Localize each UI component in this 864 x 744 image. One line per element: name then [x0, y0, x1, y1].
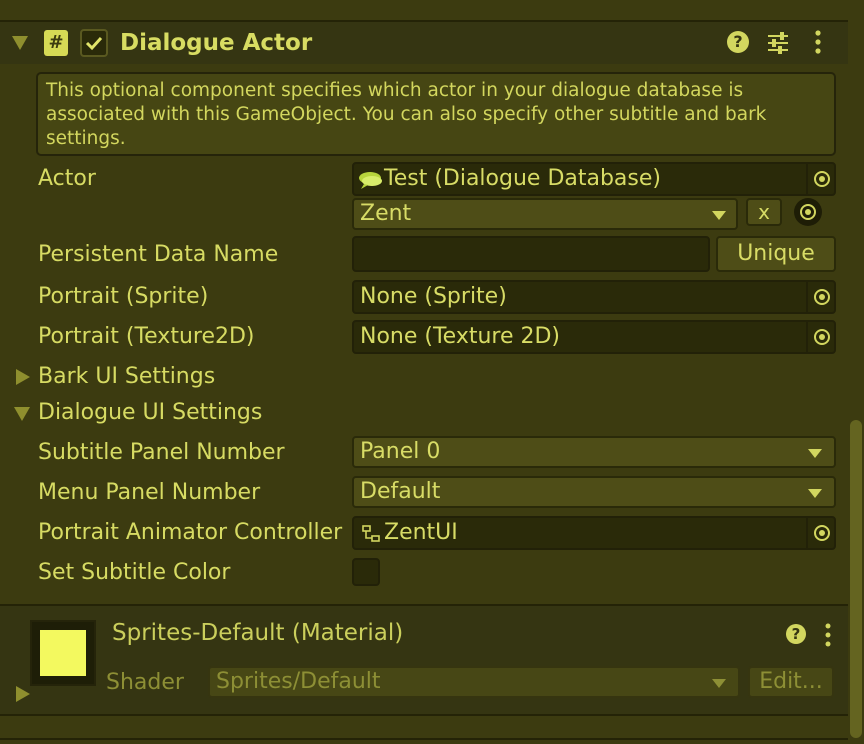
chevron-down-icon: [808, 449, 822, 458]
actor-target-button[interactable]: [794, 198, 822, 226]
object-picker-button[interactable]: [806, 518, 834, 548]
checkmark-icon: [85, 36, 103, 51]
dialogue-foldout-arrow-icon[interactable]: [14, 407, 30, 421]
sliders-icon[interactable]: [766, 30, 790, 54]
chevron-down-icon: [712, 679, 726, 688]
target-icon: [814, 525, 830, 541]
actor-name-dropdown[interactable]: Zent: [352, 198, 738, 230]
menu-panel-label: Menu Panel Number: [38, 480, 261, 505]
unique-button[interactable]: Unique: [716, 236, 836, 272]
bottom-divider: [0, 714, 848, 716]
object-picker-button[interactable]: [806, 282, 834, 312]
bottom-divider-2: [0, 738, 848, 740]
actor-label: Actor: [38, 166, 96, 191]
actor-database-field[interactable]: Test (Dialogue Database): [352, 162, 836, 196]
material-help-icon[interactable]: ?: [786, 624, 806, 644]
target-icon: [814, 329, 830, 345]
portrait-texture-label: Portrait (Texture2D): [38, 324, 255, 349]
persistent-data-label: Persistent Data Name: [38, 242, 279, 267]
menu-panel-dropdown[interactable]: Default: [352, 476, 836, 508]
kebab-menu-icon[interactable]: [813, 29, 823, 55]
bark-ui-settings-foldout[interactable]: Bark UI Settings: [38, 362, 215, 392]
target-icon: [814, 171, 830, 187]
scrollbar-thumb[interactable]: [850, 420, 862, 738]
subtitle-panel-label: Subtitle Panel Number: [38, 440, 285, 465]
help-text: This optional component specifies which …: [46, 80, 767, 149]
subtitle-panel-value: Panel 0: [360, 439, 441, 464]
subtitle-color-label: Set Subtitle Color: [38, 560, 231, 585]
target-icon: [814, 289, 830, 305]
vertical-scrollbar-track[interactable]: [848, 0, 864, 744]
portrait-sprite-value: None (Sprite): [360, 284, 507, 309]
object-picker-button[interactable]: [806, 164, 834, 194]
animator-controller-field[interactable]: ZentUI: [352, 516, 836, 550]
question-circle-icon[interactable]: ?: [727, 31, 749, 53]
material-header: Sprites-Default (Material) ? Shader Spri…: [0, 606, 848, 714]
material-foldout-arrow-icon[interactable]: [16, 686, 30, 702]
actor-name-value: Zent: [360, 201, 412, 226]
chevron-down-icon: [808, 489, 822, 498]
unique-label: Unique: [737, 241, 815, 266]
dialogue-ui-settings-foldout[interactable]: Dialogue UI Settings: [38, 398, 262, 428]
subtitle-panel-dropdown[interactable]: Panel 0: [352, 436, 836, 468]
shader-dropdown[interactable]: Sprites/Default: [208, 666, 740, 698]
actor-database-value: Test (Dialogue Database): [384, 166, 661, 191]
object-picker-button[interactable]: [806, 322, 834, 352]
dialogue-database-icon: [359, 172, 382, 189]
persistent-data-input[interactable]: [352, 236, 710, 272]
chevron-down-icon: [712, 211, 726, 220]
portrait-sprite-field[interactable]: None (Sprite): [352, 280, 836, 314]
bark-foldout-arrow-icon[interactable]: [16, 369, 30, 385]
menu-panel-value: Default: [360, 479, 441, 504]
subtitle-color-checkbox[interactable]: [352, 558, 380, 586]
shader-edit-label: Edit...: [759, 669, 823, 694]
material-swatch: [40, 630, 86, 676]
help-box: This optional component specifies which …: [36, 72, 836, 156]
actor-clear-button[interactable]: x: [746, 198, 782, 226]
shader-label: Shader: [106, 670, 184, 695]
component-enabled-checkbox[interactable]: [80, 29, 108, 57]
animator-controller-value: ZentUI: [384, 520, 458, 545]
component-title: Dialogue Actor: [120, 30, 313, 56]
portrait-sprite-label: Portrait (Sprite): [38, 284, 209, 309]
material-preview[interactable]: [30, 620, 96, 686]
animator-controller-icon: [362, 525, 380, 542]
material-kebab-menu-icon[interactable]: [823, 623, 833, 647]
portrait-texture-field[interactable]: None (Texture 2D): [352, 320, 836, 354]
hash-script-icon: #: [44, 30, 68, 56]
animator-controller-label: Portrait Animator Controller: [38, 520, 343, 545]
component-header[interactable]: # Dialogue Actor ?: [0, 22, 848, 64]
portrait-texture-value: None (Texture 2D): [360, 324, 561, 349]
material-title: Sprites-Default (Material): [112, 620, 404, 646]
target-icon: [800, 204, 816, 220]
actor-clear-label: x: [758, 200, 770, 224]
shader-value: Sprites/Default: [216, 669, 381, 694]
foldout-arrow-icon[interactable]: [12, 36, 28, 50]
shader-edit-button[interactable]: Edit...: [748, 666, 834, 698]
